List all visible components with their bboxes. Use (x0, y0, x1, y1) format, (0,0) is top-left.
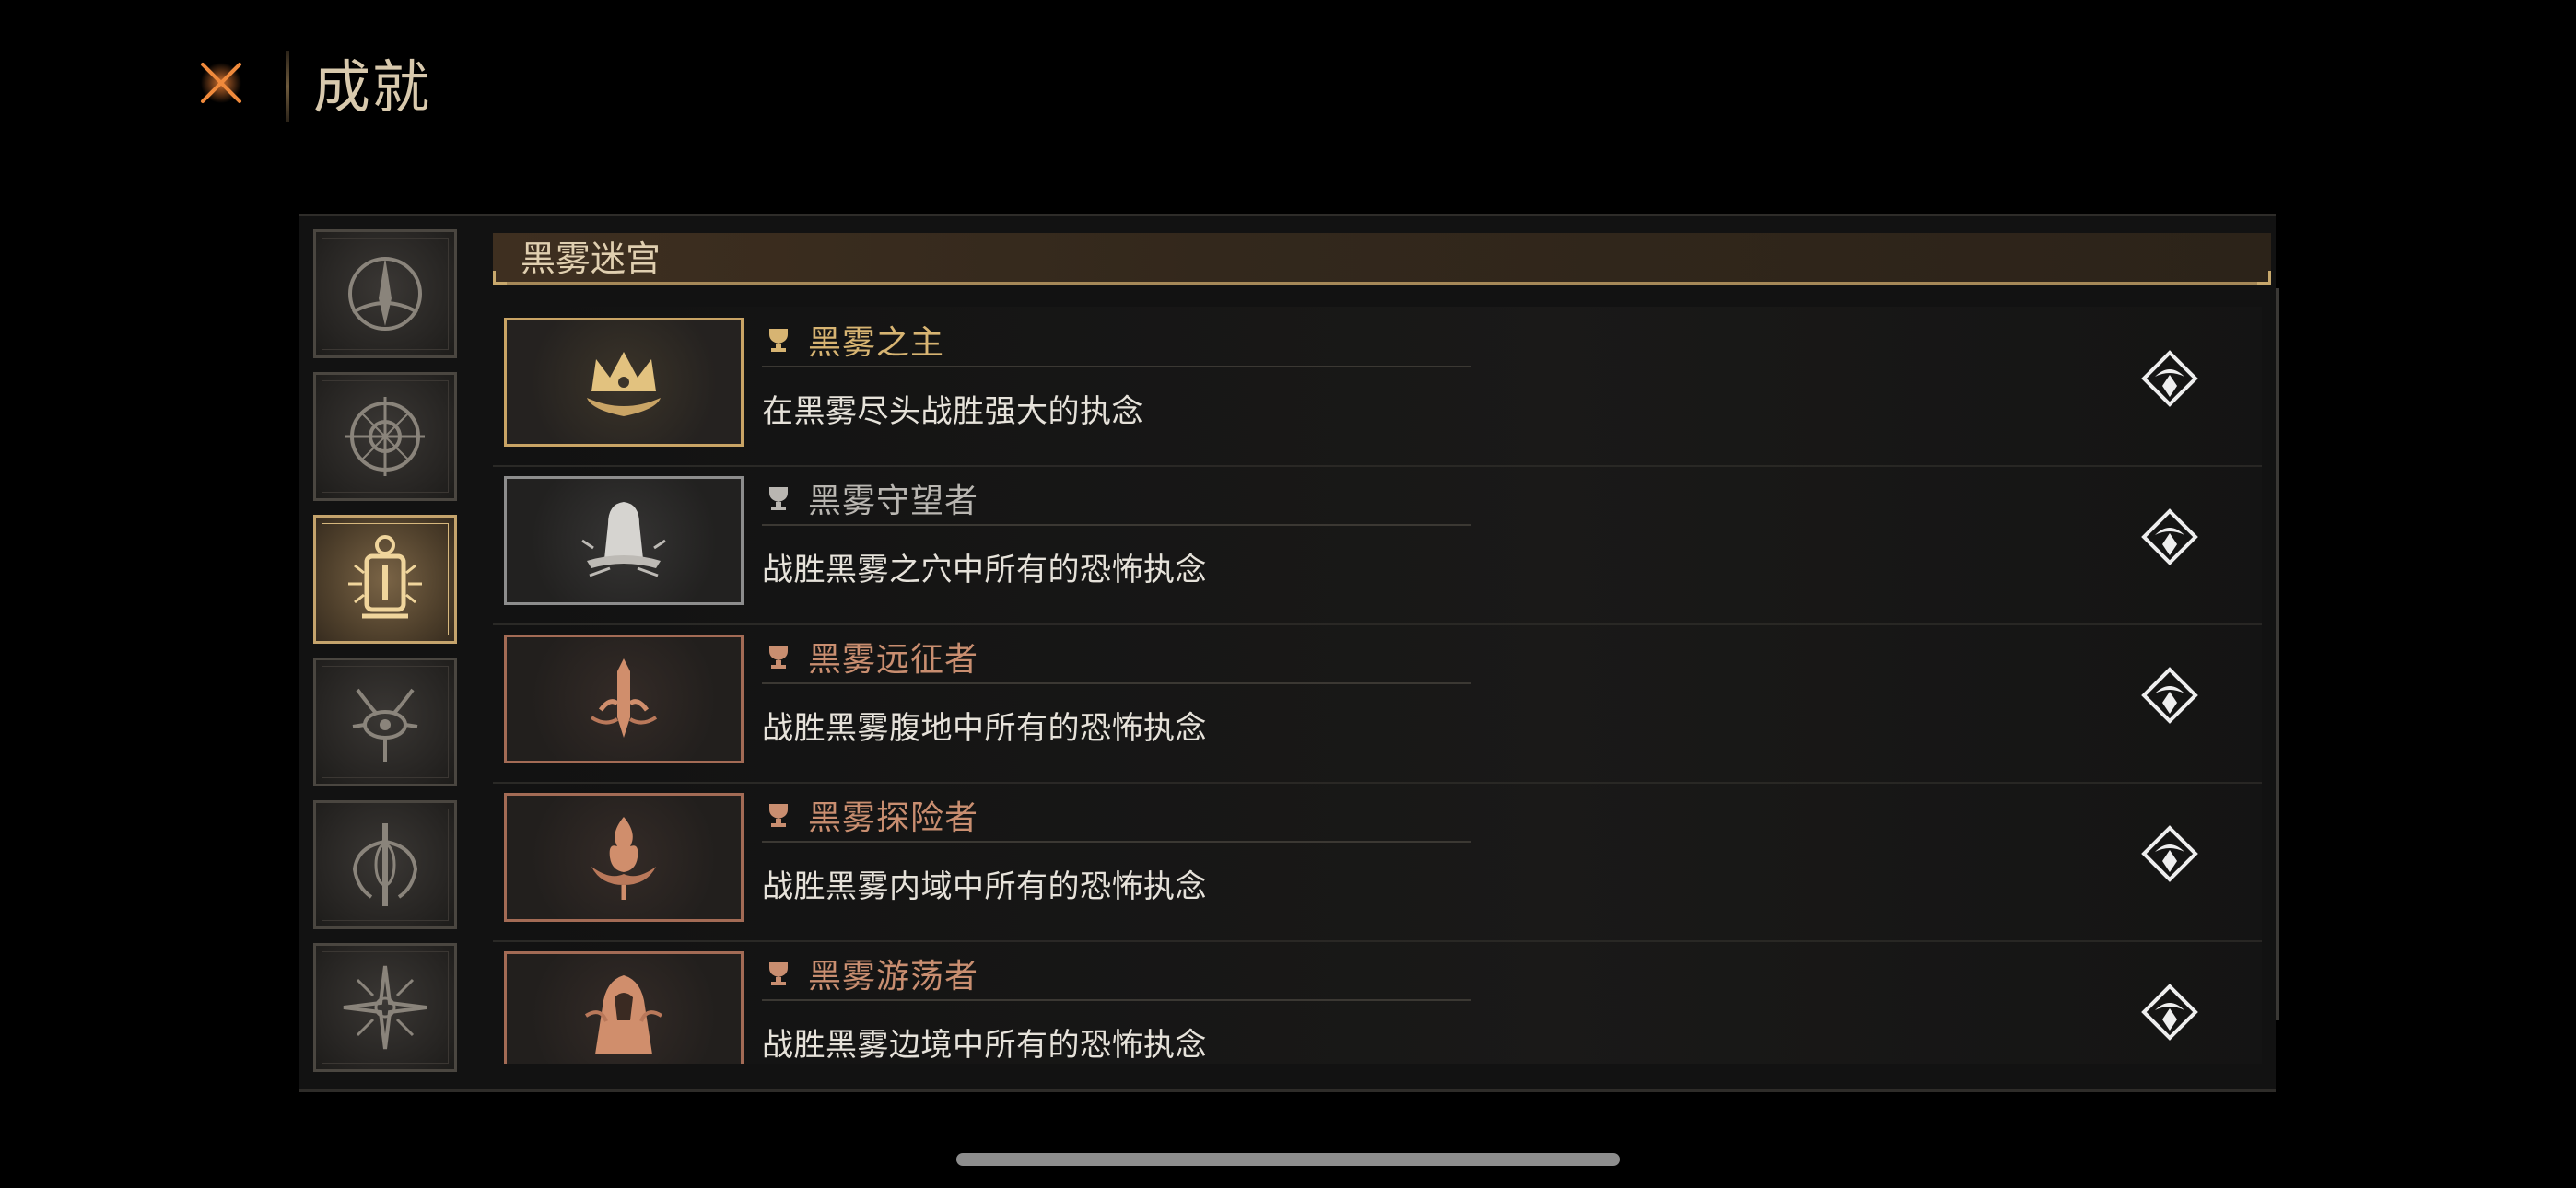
arch-emblem-icon (348, 257, 422, 331)
sword-icon (590, 658, 658, 738)
reward-badge-icon[interactable] (2133, 342, 2207, 415)
achievement-name: 黑雾之主 (808, 324, 945, 362)
achievement-desc: 战胜黑雾腹地中所有的恐怖执念 (762, 710, 1207, 747)
tendril-emblem-icon (352, 823, 418, 906)
close-button[interactable] (189, 51, 253, 115)
section-title: 黑雾迷宫 (521, 239, 662, 279)
achievement-title-row: 黑雾守望者 (762, 472, 1471, 526)
category-tab-4[interactable] (313, 658, 457, 786)
section-header: 黑雾迷宫 (493, 233, 2271, 285)
flame-icon (591, 817, 656, 900)
reward-badge-icon[interactable] (2133, 817, 2207, 891)
cloaked-wanderer-icon (584, 975, 663, 1054)
achievement-title-row: 黑雾远征者 (762, 631, 1471, 684)
hooded-figure-icon (581, 502, 666, 577)
crown-icon (587, 352, 661, 416)
reward-badge-icon[interactable] (2133, 658, 2207, 732)
achievement-desc: 战胜黑雾之穴中所有的恐怖执念 (762, 552, 1207, 588)
achievement-name: 黑雾游荡者 (808, 958, 979, 996)
category-tab-3[interactable] (313, 515, 457, 644)
trophy-icon (762, 482, 795, 515)
lantern-emblem-icon (348, 535, 422, 619)
trophy-icon (762, 957, 795, 990)
achievement-desc: 在黑雾尽头战胜强大的执念 (762, 393, 1143, 430)
category-tab-1[interactable] (313, 229, 457, 358)
category-tab-2[interactable] (313, 372, 457, 501)
achievement-name: 黑雾守望者 (808, 483, 979, 520)
achievement-title-row: 黑雾游荡者 (762, 948, 1471, 1001)
trophy-icon (762, 798, 795, 832)
achievement-icon-frame (504, 951, 744, 1064)
achievement-name: 黑雾远征者 (808, 641, 979, 679)
category-tab-5[interactable] (313, 800, 457, 929)
achievement-icon-frame (504, 476, 744, 605)
horned-eye-emblem-icon (352, 688, 418, 762)
compass-emblem-icon (345, 397, 425, 476)
category-tab-6[interactable] (313, 943, 457, 1072)
reward-badge-icon[interactable] (2133, 975, 2207, 1049)
trophy-icon (762, 323, 795, 356)
achievement-title-row: 黑雾探险者 (762, 789, 1471, 843)
achievement-icon-frame (504, 318, 744, 447)
achievement-desc: 战胜黑雾内域中所有的恐怖执念 (762, 868, 1207, 905)
trophy-icon (762, 640, 795, 673)
list-scrollbar[interactable] (2276, 288, 2279, 1020)
header-divider (286, 51, 289, 122)
achievement-row[interactable]: 黑雾游荡者 战胜黑雾边境中所有的恐怖执念 (493, 940, 2262, 1064)
achievement-row[interactable]: 黑雾之主 在黑雾尽头战胜强大的执念 (493, 307, 2262, 467)
achievement-row[interactable]: 黑雾远征者 战胜黑雾腹地中所有的恐怖执念 (493, 623, 2262, 784)
achievement-icon-frame (504, 635, 744, 763)
close-x-icon (201, 63, 241, 103)
achievement-name: 黑雾探险者 (808, 799, 979, 837)
achievement-desc: 战胜黑雾边境中所有的恐怖执念 (762, 1027, 1207, 1064)
achievement-panel: 黑雾迷宫 黑雾之主 在黑雾尽头战胜强大的执念 黑雾守望者 战胜黑雾之穴中所有的恐… (299, 214, 2279, 1092)
reward-badge-icon[interactable] (2133, 500, 2207, 574)
achievement-row[interactable]: 黑雾守望者 战胜黑雾之穴中所有的恐怖执念 (493, 465, 2262, 625)
thorn-star-emblem-icon (343, 965, 427, 1050)
achievements-screen: 成就 黑雾迷宫 黑雾之主 在黑雾尽头战胜强大的执念 黑雾守望者 战胜黑雾之穴中所… (0, 0, 2576, 1188)
achievement-title-row: 黑雾之主 (762, 314, 1471, 367)
achievement-icon-frame (504, 793, 744, 922)
home-indicator[interactable] (956, 1153, 1620, 1166)
achievement-list: 黑雾之主 在黑雾尽头战胜强大的执念 黑雾守望者 战胜黑雾之穴中所有的恐怖执念 黑… (493, 307, 2262, 1064)
achievement-row[interactable]: 黑雾探险者 战胜黑雾内域中所有的恐怖执念 (493, 782, 2262, 942)
page-title: 成就 (313, 53, 432, 121)
